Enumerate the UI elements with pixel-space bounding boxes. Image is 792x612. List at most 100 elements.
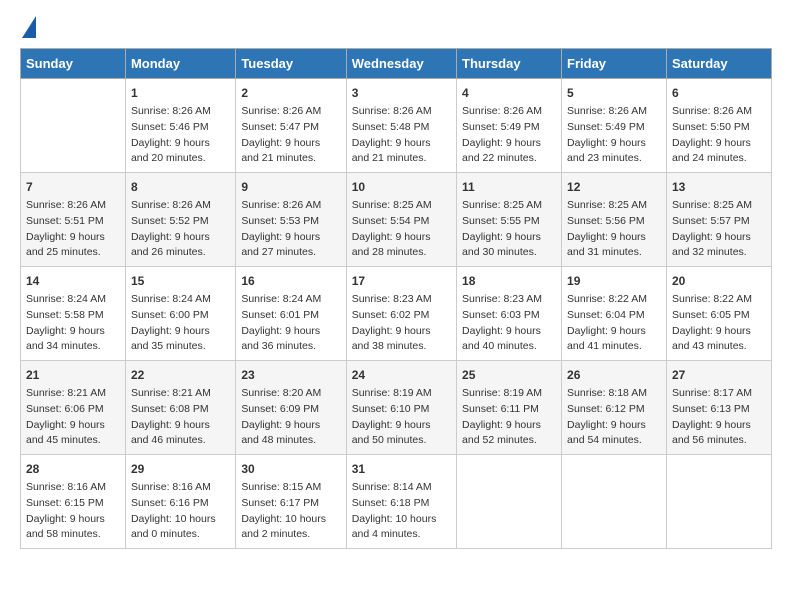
day-content: Sunrise: 8:25 AM Sunset: 5:54 PM Dayligh… <box>352 198 451 261</box>
day-content: Sunrise: 8:26 AM Sunset: 5:49 PM Dayligh… <box>567 104 661 167</box>
calendar-cell: 1 Sunrise: 8:26 AM Sunset: 5:46 PM Daylig… <box>125 79 235 173</box>
calendar-cell: 18Sunrise: 8:23 AM Sunset: 6:03 PM Dayli… <box>457 267 562 361</box>
day-number: 13 <box>672 178 766 196</box>
day-number: 19 <box>567 272 661 290</box>
day-number: 26 <box>567 366 661 384</box>
calendar-cell <box>666 455 771 549</box>
header-cell-tuesday: Tuesday <box>236 49 346 79</box>
calendar-cell: 6 Sunrise: 8:26 AM Sunset: 5:50 PM Daylig… <box>666 79 771 173</box>
day-content: Sunrise: 8:15 AM Sunset: 6:17 PM Dayligh… <box>241 480 340 543</box>
day-content: Sunrise: 8:24 AM Sunset: 5:58 PM Dayligh… <box>26 292 120 355</box>
calendar-cell: 8Sunrise: 8:26 AM Sunset: 5:52 PM Daylig… <box>125 173 235 267</box>
day-content: Sunrise: 8:22 AM Sunset: 6:05 PM Dayligh… <box>672 292 766 355</box>
day-content: Sunrise: 8:14 AM Sunset: 6:18 PM Dayligh… <box>352 480 451 543</box>
day-content: Sunrise: 8:26 AM Sunset: 5:51 PM Dayligh… <box>26 198 120 261</box>
header-cell-wednesday: Wednesday <box>346 49 456 79</box>
calendar-cell: 30 Sunrise: 8:15 AM Sunset: 6:17 PM Dayli… <box>236 455 346 549</box>
day-number: 29 <box>131 460 230 478</box>
day-number: 24 <box>352 366 451 384</box>
day-number: 4 <box>462 84 556 102</box>
header-cell-monday: Monday <box>125 49 235 79</box>
day-number: 25 <box>462 366 556 384</box>
calendar-header: SundayMondayTuesdayWednesdayThursdayFrid… <box>21 49 772 79</box>
calendar-cell: 4 Sunrise: 8:26 AM Sunset: 5:49 PM Daylig… <box>457 79 562 173</box>
day-content: Sunrise: 8:25 AM Sunset: 5:55 PM Dayligh… <box>462 198 556 261</box>
day-number: 30 <box>241 460 340 478</box>
calendar-cell: 7 Sunrise: 8:26 AM Sunset: 5:51 PM Daylig… <box>21 173 126 267</box>
day-content: Sunrise: 8:19 AM Sunset: 6:10 PM Dayligh… <box>352 386 451 449</box>
day-content: Sunrise: 8:26 AM Sunset: 5:47 PM Dayligh… <box>241 104 340 167</box>
day-content: Sunrise: 8:26 AM Sunset: 5:48 PM Dayligh… <box>352 104 451 167</box>
calendar-cell: 28 Sunrise: 8:16 AM Sunset: 6:15 PM Dayli… <box>21 455 126 549</box>
calendar-cell: 12 Sunrise: 8:25 AM Sunset: 5:56 PM Dayli… <box>562 173 667 267</box>
day-number: 28 <box>26 460 120 478</box>
calendar-cell: 11 Sunrise: 8:25 AM Sunset: 5:55 PM Dayli… <box>457 173 562 267</box>
calendar-cell: 9Sunrise: 8:26 AM Sunset: 5:53 PM Daylig… <box>236 173 346 267</box>
day-content: Sunrise: 8:21 AM Sunset: 6:06 PM Dayligh… <box>26 386 120 449</box>
header-cell-friday: Friday <box>562 49 667 79</box>
calendar-cell: 31 Sunrise: 8:14 AM Sunset: 6:18 PM Dayli… <box>346 455 456 549</box>
day-number: 23 <box>241 366 340 384</box>
day-number: 16 <box>241 272 340 290</box>
day-number: 15 <box>131 272 230 290</box>
calendar-cell <box>21 79 126 173</box>
day-content: Sunrise: 8:26 AM Sunset: 5:49 PM Dayligh… <box>462 104 556 167</box>
day-content: Sunrise: 8:22 AM Sunset: 6:04 PM Dayligh… <box>567 292 661 355</box>
week-row: 1 Sunrise: 8:26 AM Sunset: 5:46 PM Daylig… <box>21 79 772 173</box>
day-content: Sunrise: 8:26 AM Sunset: 5:53 PM Dayligh… <box>241 198 340 261</box>
day-content: Sunrise: 8:26 AM Sunset: 5:46 PM Dayligh… <box>131 104 230 167</box>
calendar-cell: 29 Sunrise: 8:16 AM Sunset: 6:16 PM Dayli… <box>125 455 235 549</box>
logo-icon <box>22 16 36 38</box>
day-number: 31 <box>352 460 451 478</box>
day-content: Sunrise: 8:26 AM Sunset: 5:50 PM Dayligh… <box>672 104 766 167</box>
day-content: Sunrise: 8:25 AM Sunset: 5:56 PM Dayligh… <box>567 198 661 261</box>
calendar-cell: 27 Sunrise: 8:17 AM Sunset: 6:13 PM Dayli… <box>666 361 771 455</box>
day-number: 14 <box>26 272 120 290</box>
day-content: Sunrise: 8:21 AM Sunset: 6:08 PM Dayligh… <box>131 386 230 449</box>
day-content: Sunrise: 8:20 AM Sunset: 6:09 PM Dayligh… <box>241 386 340 449</box>
calendar-cell: 16 Sunrise: 8:24 AM Sunset: 6:01 PM Dayli… <box>236 267 346 361</box>
week-row: 28 Sunrise: 8:16 AM Sunset: 6:15 PM Dayli… <box>21 455 772 549</box>
week-row: 7 Sunrise: 8:26 AM Sunset: 5:51 PM Daylig… <box>21 173 772 267</box>
day-number: 20 <box>672 272 766 290</box>
header-cell-sunday: Sunday <box>21 49 126 79</box>
day-number: 17 <box>352 272 451 290</box>
week-row: 14 Sunrise: 8:24 AM Sunset: 5:58 PM Dayli… <box>21 267 772 361</box>
calendar-cell: 22 Sunrise: 8:21 AM Sunset: 6:08 PM Dayli… <box>125 361 235 455</box>
day-number: 22 <box>131 366 230 384</box>
day-number: 3 <box>352 84 451 102</box>
calendar-cell: 15 Sunrise: 8:24 AM Sunset: 6:00 PM Dayli… <box>125 267 235 361</box>
calendar-cell: 21 Sunrise: 8:21 AM Sunset: 6:06 PM Dayli… <box>21 361 126 455</box>
day-content: Sunrise: 8:17 AM Sunset: 6:13 PM Dayligh… <box>672 386 766 449</box>
calendar-cell: 25Sunrise: 8:19 AM Sunset: 6:11 PM Dayli… <box>457 361 562 455</box>
day-number: 7 <box>26 178 120 196</box>
calendar-cell: 13Sunrise: 8:25 AM Sunset: 5:57 PM Dayli… <box>666 173 771 267</box>
day-number: 10 <box>352 178 451 196</box>
day-number: 1 <box>131 84 230 102</box>
day-number: 5 <box>567 84 661 102</box>
calendar-cell: 10 Sunrise: 8:25 AM Sunset: 5:54 PM Dayli… <box>346 173 456 267</box>
day-number: 6 <box>672 84 766 102</box>
calendar-cell: 24 Sunrise: 8:19 AM Sunset: 6:10 PM Dayli… <box>346 361 456 455</box>
day-content: Sunrise: 8:16 AM Sunset: 6:16 PM Dayligh… <box>131 480 230 543</box>
calendar-cell: 20 Sunrise: 8:22 AM Sunset: 6:05 PM Dayli… <box>666 267 771 361</box>
day-content: Sunrise: 8:24 AM Sunset: 6:01 PM Dayligh… <box>241 292 340 355</box>
day-number: 11 <box>462 178 556 196</box>
header-cell-saturday: Saturday <box>666 49 771 79</box>
day-content: Sunrise: 8:24 AM Sunset: 6:00 PM Dayligh… <box>131 292 230 355</box>
calendar-cell: 23 Sunrise: 8:20 AM Sunset: 6:09 PM Dayli… <box>236 361 346 455</box>
day-number: 27 <box>672 366 766 384</box>
day-content: Sunrise: 8:23 AM Sunset: 6:02 PM Dayligh… <box>352 292 451 355</box>
calendar-cell <box>562 455 667 549</box>
day-content: Sunrise: 8:18 AM Sunset: 6:12 PM Dayligh… <box>567 386 661 449</box>
calendar-cell: 26 Sunrise: 8:18 AM Sunset: 6:12 PM Dayli… <box>562 361 667 455</box>
header-cell-thursday: Thursday <box>457 49 562 79</box>
day-content: Sunrise: 8:16 AM Sunset: 6:15 PM Dayligh… <box>26 480 120 543</box>
day-number: 8 <box>131 178 230 196</box>
calendar-cell: 17 Sunrise: 8:23 AM Sunset: 6:02 PM Dayli… <box>346 267 456 361</box>
day-number: 21 <box>26 366 120 384</box>
day-number: 12 <box>567 178 661 196</box>
calendar-body: 1 Sunrise: 8:26 AM Sunset: 5:46 PM Daylig… <box>21 79 772 549</box>
day-number: 18 <box>462 272 556 290</box>
logo <box>20 20 36 38</box>
